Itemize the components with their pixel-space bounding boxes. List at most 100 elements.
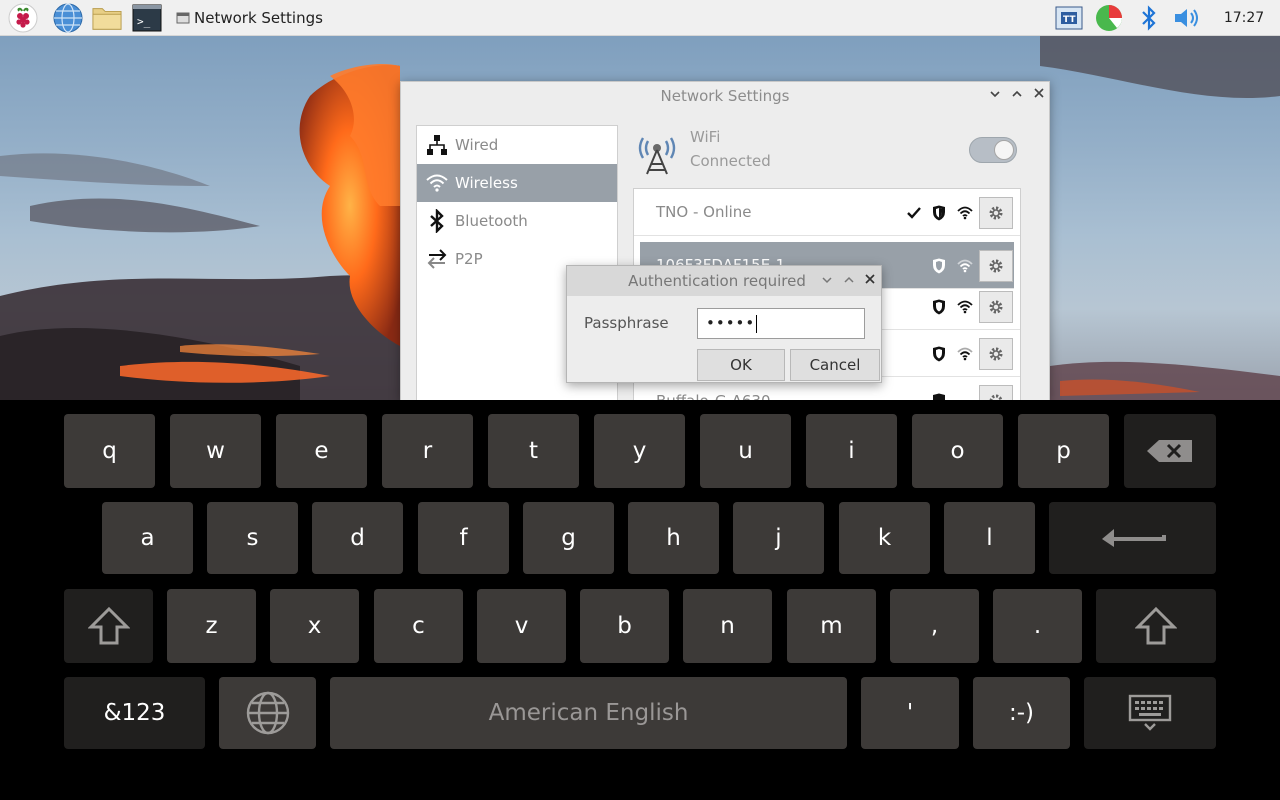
key-u[interactable]: u (700, 414, 791, 488)
shift-key-right[interactable] (1096, 589, 1216, 663)
key-l[interactable]: l (944, 502, 1035, 574)
clock[interactable]: 17:27 (1216, 0, 1272, 36)
wifi-antenna-icon (635, 128, 679, 176)
key-z[interactable]: z (167, 589, 256, 663)
gear-icon (989, 259, 1003, 273)
key-c[interactable]: c (374, 589, 463, 663)
taskbar-window-title: Network Settings (194, 9, 323, 27)
backspace-icon (1147, 440, 1192, 462)
maximize-button[interactable] (840, 272, 858, 290)
key-v[interactable]: v (477, 589, 566, 663)
close-icon (865, 274, 875, 284)
key-e[interactable]: e (276, 414, 367, 488)
sidebar-item-wired[interactable]: Wired (417, 126, 617, 164)
raspberry-menu-icon[interactable] (8, 3, 38, 33)
enter-key[interactable] (1049, 502, 1216, 574)
key-r[interactable]: r (382, 414, 473, 488)
close-button[interactable] (861, 272, 879, 290)
gear-icon (989, 300, 1003, 314)
space-key[interactable]: American English (330, 677, 847, 749)
network-manager-icon[interactable]: TT (1054, 3, 1084, 33)
key-s[interactable]: s (207, 502, 298, 574)
wired-network-icon (419, 126, 455, 164)
cancel-button[interactable]: Cancel (790, 349, 880, 381)
chevron-up-icon (1012, 90, 1022, 97)
chevron-up-icon (844, 276, 854, 283)
globe-icon (246, 691, 289, 735)
network-row[interactable]: TNO - Online (634, 189, 1020, 236)
bluetooth-icon[interactable] (1134, 3, 1164, 33)
enter-icon (1101, 529, 1166, 547)
ok-button[interactable]: OK (697, 349, 785, 381)
key-t[interactable]: t (488, 414, 579, 488)
network-settings-button[interactable] (979, 291, 1013, 323)
hide-keyboard-key[interactable] (1084, 677, 1216, 749)
key-y[interactable]: y (594, 414, 685, 488)
language-key[interactable] (219, 677, 316, 749)
passphrase-label: Passphrase (584, 314, 669, 332)
key-b[interactable]: b (580, 589, 669, 663)
key-w[interactable]: w (170, 414, 261, 488)
sidebar-item-label: P2P (455, 250, 483, 268)
checkmark-icon (905, 204, 923, 222)
wifi-signal-icon (956, 257, 974, 275)
svg-text:TT: TT (1063, 15, 1076, 25)
key-o[interactable]: o (912, 414, 1003, 488)
network-settings-button[interactable] (979, 338, 1013, 370)
key-a[interactable]: a (102, 502, 193, 574)
backspace-key[interactable] (1124, 414, 1216, 488)
shift-key-left[interactable] (64, 589, 153, 663)
sidebar-item-label: Bluetooth (455, 212, 528, 230)
wifi-signal-icon (956, 298, 974, 316)
close-button[interactable] (1030, 86, 1048, 104)
minimize-button[interactable] (986, 86, 1004, 104)
sidebar-item-label: Wired (455, 136, 499, 154)
sidebar-item-wireless[interactable]: Wireless (417, 164, 617, 202)
key-p[interactable]: p (1018, 414, 1109, 488)
network-name: TNO - Online (656, 203, 752, 221)
toggle-knob (994, 140, 1014, 160)
window-title: Network Settings (660, 87, 790, 105)
maximize-button[interactable] (1008, 86, 1026, 104)
volume-icon[interactable] (1172, 3, 1202, 33)
key-period[interactable]: . (993, 589, 1082, 663)
taskbar-window-button[interactable]: Network Settings (176, 0, 323, 36)
key-d[interactable]: d (312, 502, 403, 574)
minimize-button[interactable] (818, 272, 836, 290)
key-n[interactable]: n (683, 589, 772, 663)
wifi-toggle-switch[interactable] (969, 137, 1017, 163)
wifi-signal-icon (956, 345, 974, 363)
key-g[interactable]: g (523, 502, 614, 574)
passphrase-input[interactable]: ••••• (697, 308, 865, 339)
key-h[interactable]: h (628, 502, 719, 574)
wifi-label: WiFi (690, 128, 721, 146)
sidebar-item-bluetooth[interactable]: Bluetooth (417, 202, 617, 240)
key-j[interactable]: j (733, 502, 824, 574)
network-settings-button[interactable] (979, 197, 1013, 229)
symbols-key[interactable]: &123 (64, 677, 205, 749)
key-k[interactable]: k (839, 502, 930, 574)
key-q[interactable]: q (64, 414, 155, 488)
key-f[interactable]: f (418, 502, 509, 574)
shift-icon (87, 606, 130, 645)
cpu-monitor-icon[interactable] (1094, 3, 1124, 33)
gear-icon (989, 347, 1003, 361)
key-i[interactable]: i (806, 414, 897, 488)
top-panel: >_ Network Settings TT 17:27 (0, 0, 1280, 36)
key-apostrophe[interactable]: ' (861, 677, 959, 749)
dialog-titlebar[interactable]: Authentication required (567, 266, 881, 296)
passphrase-value: ••••• (706, 314, 756, 332)
key-comma[interactable]: , (890, 589, 979, 663)
svg-text:>_: >_ (137, 15, 151, 28)
network-settings-button[interactable] (979, 250, 1013, 282)
shield-icon (930, 298, 948, 316)
bluetooth-icon (419, 202, 455, 240)
key-m[interactable]: m (787, 589, 876, 663)
window-titlebar[interactable]: Network Settings (401, 82, 1049, 110)
smiley-key[interactable]: :-) (973, 677, 1070, 749)
file-manager-icon[interactable] (92, 3, 122, 33)
key-x[interactable]: x (270, 589, 359, 663)
close-icon (1034, 88, 1044, 98)
terminal-icon[interactable]: >_ (132, 3, 162, 33)
web-browser-icon[interactable] (53, 3, 83, 33)
